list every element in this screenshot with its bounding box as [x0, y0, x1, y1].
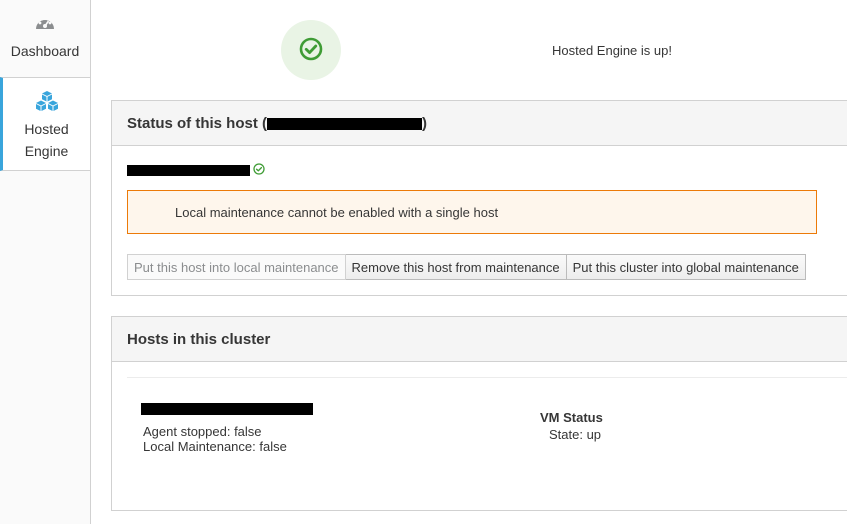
check-circle-icon [253, 163, 265, 178]
dashboard-gauge-icon [34, 14, 56, 33]
vm-status-title: VM Status [540, 410, 603, 425]
local-maintenance-text: Local Maintenance: false [143, 439, 287, 454]
host-state-line [127, 163, 265, 178]
maintenance-button-group: Put this host into local maintenance Rem… [127, 254, 806, 280]
redacted-host-state [127, 165, 250, 176]
host-card: Agent stopped: false Local Maintenance: … [127, 377, 847, 512]
engine-status-text: Hosted Engine is up! [552, 43, 672, 58]
sidebar: Dashboard Hosted Engine [0, 0, 91, 524]
sidebar-item-label: Hosted Engine [24, 118, 68, 162]
sidebar-item-label: Dashboard [10, 43, 80, 59]
sidebar-item-dashboard[interactable]: Dashboard [0, 14, 90, 64]
engine-status-indicator [281, 20, 341, 80]
redacted-hostname [267, 118, 422, 130]
host-status-title-suffix: ) [422, 114, 427, 132]
redacted-hostname [141, 403, 313, 415]
agent-stopped-text: Agent stopped: false [143, 424, 262, 439]
global-maintenance-button[interactable]: Put this cluster into global maintenance [566, 254, 806, 280]
check-circle-icon [299, 37, 323, 64]
sidebar-item-label-line2: Engine [24, 143, 69, 159]
remove-maintenance-button[interactable]: Remove this host from maintenance [345, 254, 567, 280]
cluster-hosts-title: Hosts in this cluster [112, 317, 847, 362]
host-status-title-prefix: Status of this host ( [127, 114, 267, 132]
host-status-panel: Status of this host ( ) Local maintenanc… [111, 100, 847, 296]
host-status-heading: Status of this host ( ) [112, 101, 847, 146]
sidebar-item-hosted-engine[interactable]: Hosted Engine [0, 77, 90, 171]
maintenance-warning-alert: Local maintenance cannot be enabled with… [127, 190, 817, 234]
cluster-hosts-panel: Hosts in this cluster Agent stopped: fal… [111, 316, 847, 511]
vm-state-text: State: up [549, 427, 602, 442]
sidebar-item-label-line1: Hosted [24, 121, 69, 137]
cubes-icon [35, 91, 59, 114]
maintenance-warning-text: Local maintenance cannot be enabled with… [175, 204, 499, 220]
local-maintenance-button[interactable]: Put this host into local maintenance [127, 254, 346, 280]
